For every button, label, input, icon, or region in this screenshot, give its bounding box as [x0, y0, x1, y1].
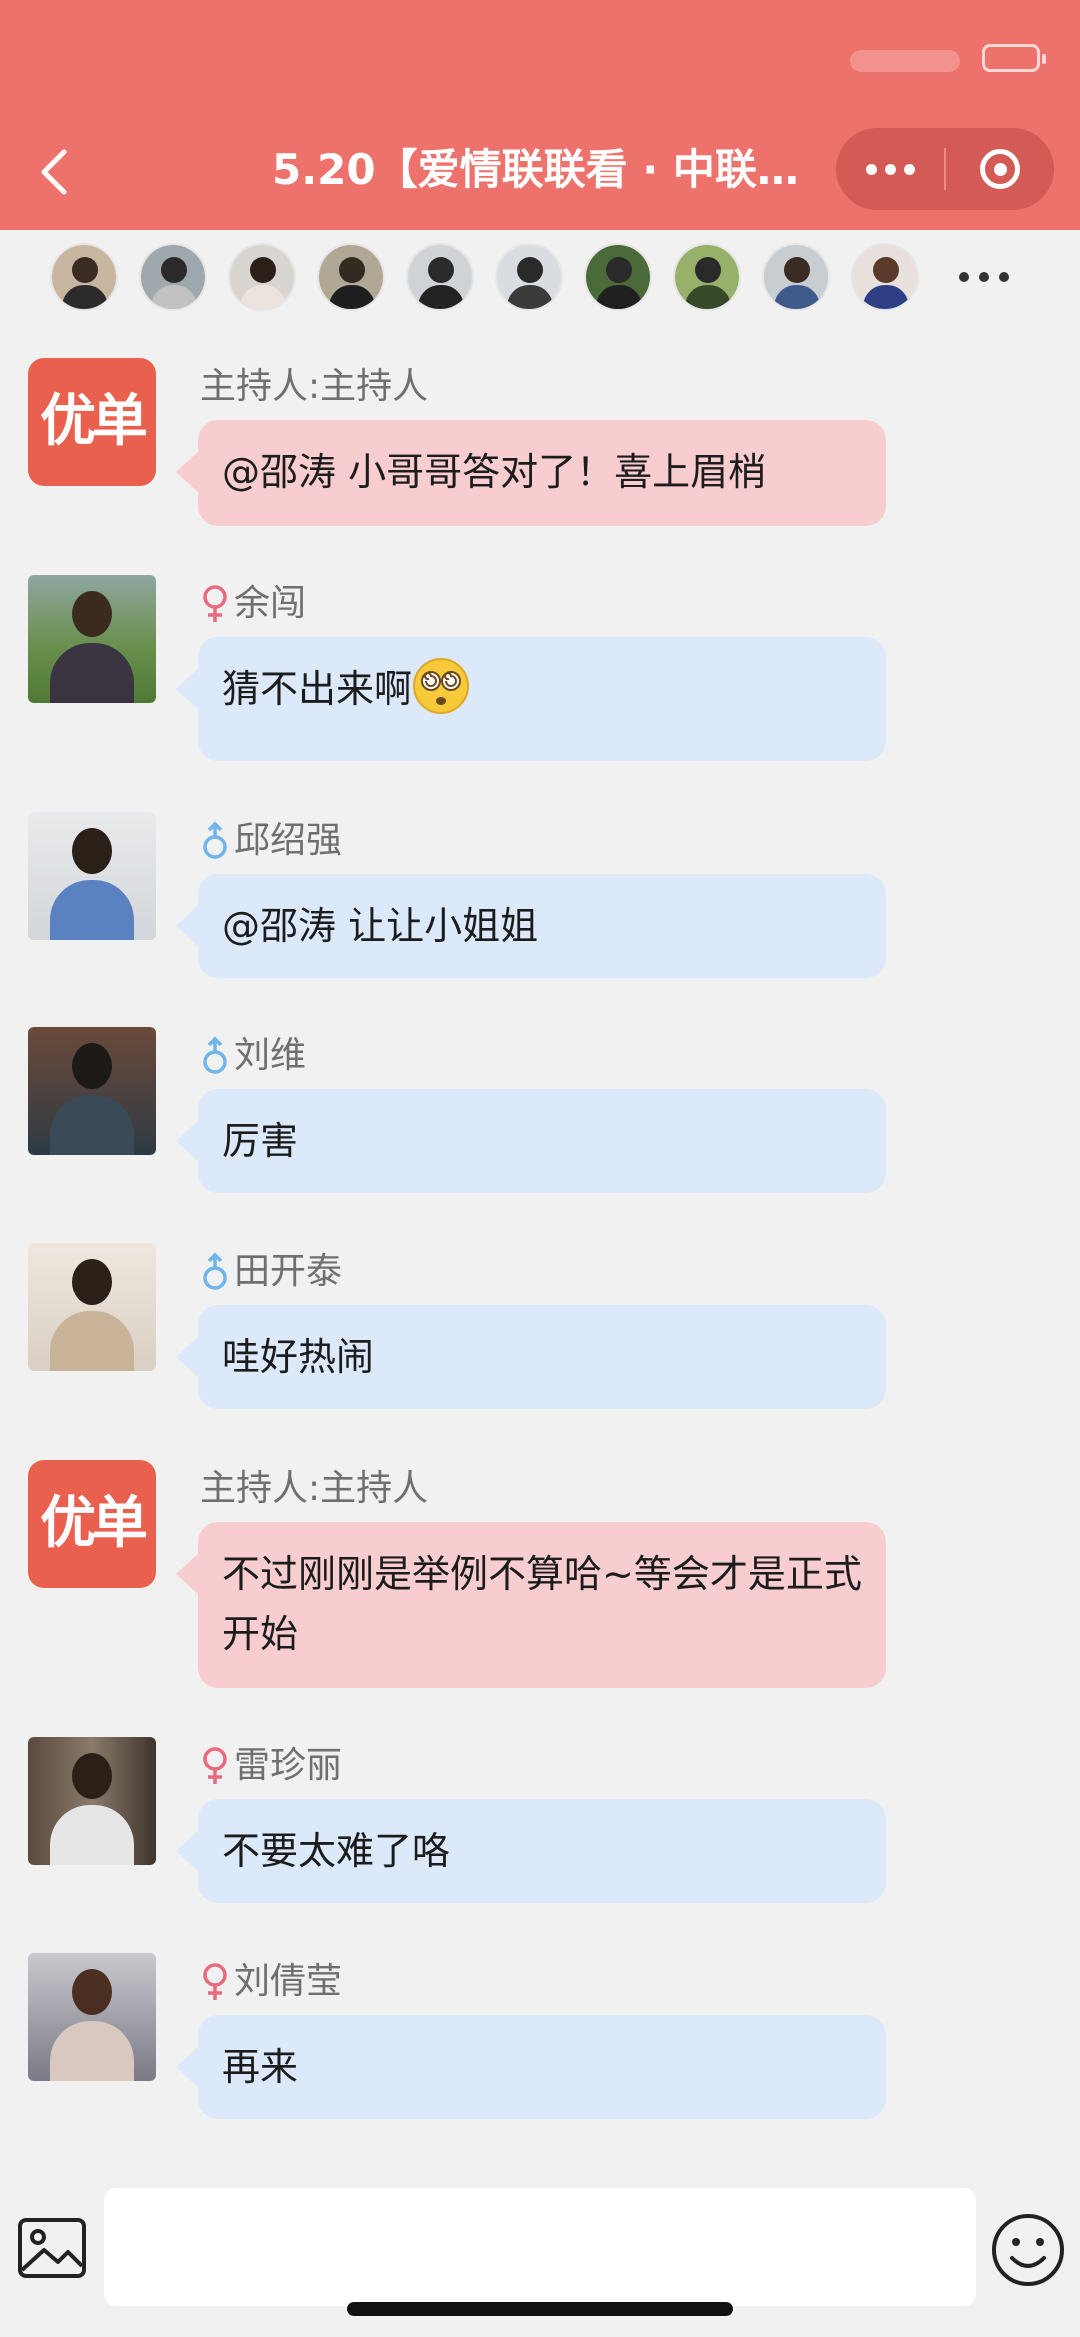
- message-bubble[interactable]: 不要太难了咯: [176, 1799, 886, 1903]
- participant-avatar[interactable]: [406, 243, 474, 311]
- smiley-icon: [992, 2214, 1064, 2286]
- sender-name-text: 邱绍强: [234, 820, 343, 861]
- close-miniprogram-button[interactable]: [946, 128, 1054, 210]
- page-title: 5.20【爱情联联看 · 中联…: [272, 145, 799, 194]
- back-button[interactable]: [30, 140, 80, 200]
- male-icon: [200, 821, 230, 861]
- message-bubble[interactable]: 厉害: [176, 1089, 886, 1193]
- user-avatar[interactable]: [28, 1737, 156, 1865]
- participant-avatar[interactable]: [228, 243, 296, 311]
- female-icon: [200, 584, 230, 624]
- more-dot-icon: [865, 163, 877, 175]
- participant-avatar[interactable]: [495, 243, 563, 311]
- user-avatar[interactable]: [28, 1953, 156, 2081]
- message-text: 不要太难了咯: [222, 1829, 451, 1873]
- chat-message: 优单 主持人:主持人不过刚刚是举例不算哈~等会才是正式开始: [0, 1460, 1080, 1696]
- sender-name-text: 主持人:主持人: [200, 366, 429, 407]
- participant-avatar[interactable]: [139, 243, 207, 311]
- participant-avatar[interactable]: [851, 243, 919, 311]
- message-bubble[interactable]: 再来: [176, 2015, 886, 2119]
- image-button[interactable]: [16, 2212, 88, 2284]
- sender-name-text: 雷珍丽: [234, 1745, 343, 1786]
- chat-message: 刘倩莹再来: [0, 1953, 1080, 2127]
- sender-name: 田开泰: [200, 1249, 342, 1295]
- user-avatar[interactable]: [28, 1027, 156, 1155]
- sender-name-text: 余闯: [234, 583, 307, 624]
- participant-avatars-row: [50, 243, 1060, 311]
- message-bubble[interactable]: @邵涛 小哥哥答对了！喜上眉梢: [176, 420, 886, 526]
- male-icon: [200, 1036, 230, 1076]
- chat-message: 田开泰哇好热闹: [0, 1243, 1080, 1417]
- more-dot-icon: [903, 163, 915, 175]
- host-avatar[interactable]: 优单: [28, 1460, 156, 1588]
- message-text: @邵涛 让让小姐姐: [222, 904, 539, 948]
- status-indicators: [850, 50, 960, 72]
- male-icon: [200, 1252, 230, 1292]
- sender-name: 刘维: [200, 1033, 306, 1079]
- sender-name-text: 田开泰: [234, 1251, 343, 1292]
- sender-name: 雷珍丽: [200, 1743, 342, 1789]
- message-bubble[interactable]: 猜不出来啊: [176, 637, 886, 761]
- dizzy-face-emoji: [412, 657, 470, 715]
- message-bubble[interactable]: 哇好热闹: [176, 1305, 886, 1409]
- participant-avatar[interactable]: [762, 243, 830, 311]
- target-icon: [980, 149, 1020, 189]
- chat-message: 邱绍强 @邵涛 让让小姐姐: [0, 812, 1080, 986]
- chat-message: 优单 主持人:主持人 @邵涛 小哥哥答对了！喜上眉梢: [0, 358, 1080, 534]
- status-bar: [850, 42, 1046, 78]
- user-avatar[interactable]: [28, 1243, 156, 1371]
- message-bubble[interactable]: 不过刚刚是举例不算哈~等会才是正式开始: [176, 1522, 886, 1688]
- battery-icon: [982, 44, 1046, 72]
- chat-message: 雷珍丽不要太难了咯: [0, 1737, 1080, 1911]
- sender-name: 余闯: [200, 581, 306, 627]
- emoji-button[interactable]: [988, 2210, 1068, 2290]
- sender-name-text: 刘维: [234, 1035, 307, 1076]
- more-dot-icon: [884, 163, 896, 175]
- message-bubble[interactable]: @邵涛 让让小姐姐: [176, 874, 886, 978]
- participant-avatar[interactable]: [50, 243, 118, 311]
- sender-name: 主持人:主持人: [200, 1466, 428, 1512]
- chat-message: 刘维厉害: [0, 1027, 1080, 1201]
- miniprogram-capsule: [836, 128, 1054, 210]
- message-text: 哇好热闹: [222, 1335, 375, 1379]
- chevron-left-icon: [41, 149, 67, 195]
- chat-message: 余闯猜不出来啊: [0, 575, 1080, 769]
- user-avatar[interactable]: [28, 575, 156, 703]
- message-text: 再来: [222, 2045, 299, 2089]
- participant-avatar[interactable]: [584, 243, 652, 311]
- sender-name: 邱绍强: [200, 818, 342, 864]
- participant-avatar[interactable]: [317, 243, 385, 311]
- message-text: @邵涛 小哥哥答对了！喜上眉梢: [222, 450, 767, 494]
- more-options-button[interactable]: [836, 128, 944, 210]
- female-icon: [200, 1962, 230, 2002]
- host-avatar[interactable]: 优单: [28, 358, 156, 486]
- message-input[interactable]: [104, 2188, 976, 2306]
- sender-name-text: 主持人:主持人: [200, 1468, 429, 1509]
- user-avatar[interactable]: [28, 812, 156, 940]
- home-indicator: [347, 2302, 733, 2316]
- message-text: 不过刚刚是举例不算哈~等会才是正式开始: [222, 1552, 862, 1656]
- message-text: 厉害: [222, 1119, 299, 1163]
- image-icon: [18, 2218, 86, 2278]
- message-text: 猜不出来啊: [222, 667, 413, 711]
- chat-screen: 5.20【爱情联联看 · 中联… 优单 主持人:主持人 @邵涛 小哥哥答对了！喜上眉…: [0, 0, 1080, 2337]
- sender-name: 主持人:主持人: [200, 364, 428, 410]
- more-participants-button[interactable]: [954, 272, 1014, 282]
- female-icon: [200, 1746, 230, 1786]
- header-bar: 5.20【爱情联联看 · 中联…: [0, 0, 1080, 230]
- sender-name-text: 刘倩莹: [234, 1961, 343, 2002]
- sender-name: 刘倩莹: [200, 1959, 342, 2005]
- participant-avatar[interactable]: [673, 243, 741, 311]
